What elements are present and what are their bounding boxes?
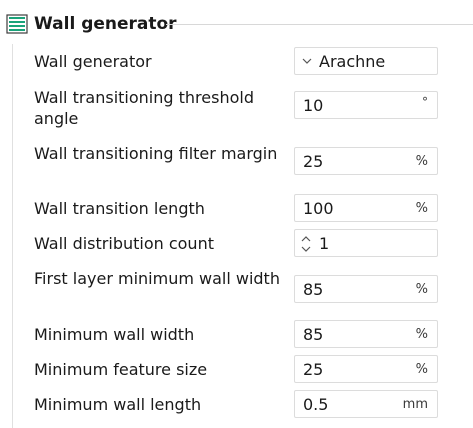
threshold-angle-input[interactable]: 10 ° bbox=[294, 91, 438, 119]
setting-label: Wall transition length bbox=[34, 199, 205, 218]
unit-label: % bbox=[415, 201, 428, 216]
setting-label: Minimum wall length bbox=[34, 395, 202, 414]
setting-row-threshold-angle: Wall transitioning threshold angle 10 ° bbox=[34, 87, 473, 131]
setting-row-wall-generator: Wall generator Arachne bbox=[34, 47, 473, 77]
input-value: 100 bbox=[303, 199, 334, 218]
setting-row-filter-margin: Wall transitioning filter margin 25 % bbox=[34, 143, 473, 187]
unit-label: mm bbox=[402, 397, 428, 412]
wall-generator-select[interactable]: Arachne bbox=[294, 47, 438, 75]
input-value: 25 bbox=[303, 360, 324, 379]
setting-label: First layer minimum wall width bbox=[34, 269, 280, 288]
setting-row-transition-length: Wall transition length 100 % bbox=[34, 194, 473, 224]
spinner-value: 1 bbox=[319, 234, 330, 253]
unit-label: ° bbox=[422, 95, 428, 109]
chevron-down-icon bbox=[302, 58, 312, 64]
spin-arrows-icon[interactable] bbox=[299, 233, 313, 255]
input-value: 85 bbox=[303, 325, 324, 344]
unit-label: % bbox=[415, 327, 428, 342]
section-title: Wall generator bbox=[34, 14, 177, 34]
setting-label: Minimum wall width bbox=[34, 325, 195, 344]
setting-row-min-feature-size: Minimum feature size 25 % bbox=[34, 355, 473, 385]
setting-label: Wall transitioning filter margin bbox=[34, 144, 278, 163]
setting-label: Minimum feature size bbox=[34, 360, 208, 379]
min-wall-length-input[interactable]: 0.5 mm bbox=[294, 390, 438, 418]
setting-label: Wall distribution count bbox=[34, 234, 214, 253]
wall-layers-icon bbox=[6, 14, 28, 34]
input-value: 85 bbox=[303, 280, 324, 299]
section-header: Wall generator bbox=[6, 12, 177, 36]
setting-label: Wall transitioning threshold angle bbox=[34, 88, 254, 128]
tree-guide-line bbox=[12, 44, 13, 428]
filter-margin-input[interactable]: 25 % bbox=[294, 147, 438, 175]
unit-label: % bbox=[415, 362, 428, 377]
setting-row-distribution-count: Wall distribution count 1 bbox=[34, 229, 473, 259]
select-value: Arachne bbox=[319, 52, 386, 71]
unit-label: % bbox=[415, 154, 428, 169]
setting-row-min-wall-width: Minimum wall width 85 % bbox=[34, 320, 473, 350]
input-value: 25 bbox=[303, 152, 324, 171]
first-layer-min-width-input[interactable]: 85 % bbox=[294, 275, 438, 303]
setting-row-first-layer-min-width: First layer minimum wall width 85 % bbox=[34, 268, 473, 312]
min-wall-width-input[interactable]: 85 % bbox=[294, 320, 438, 348]
setting-label: Wall generator bbox=[34, 52, 152, 71]
unit-label: % bbox=[415, 282, 428, 297]
min-feature-size-input[interactable]: 25 % bbox=[294, 355, 438, 383]
input-value: 0.5 bbox=[303, 395, 329, 414]
input-value: 10 bbox=[303, 96, 324, 115]
setting-row-min-wall-length: Minimum wall length 0.5 mm bbox=[34, 390, 473, 420]
transition-length-input[interactable]: 100 % bbox=[294, 194, 438, 222]
settings-panel: Wall generator Wall generator Arachne Wa… bbox=[0, 0, 473, 428]
distribution-count-spinner[interactable]: 1 bbox=[294, 229, 438, 257]
header-divider bbox=[166, 24, 473, 25]
